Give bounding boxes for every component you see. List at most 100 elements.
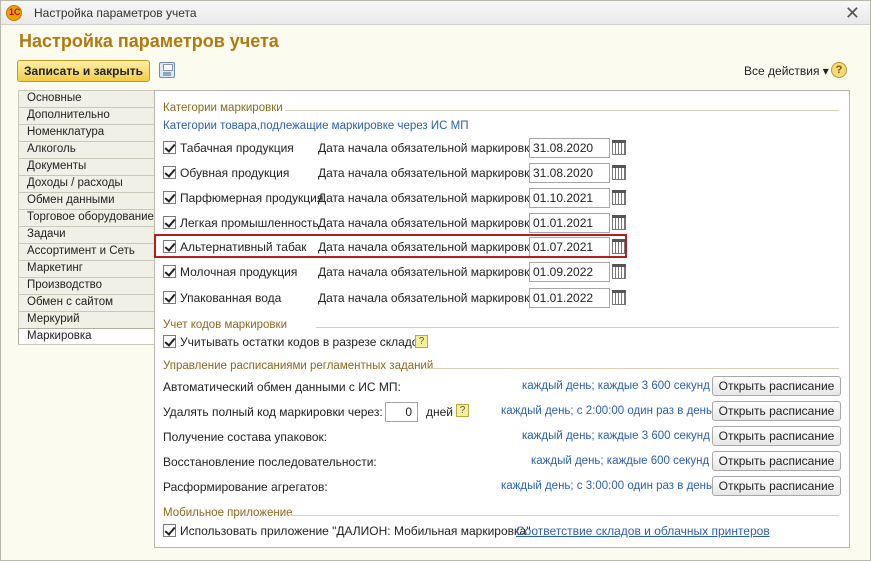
settings-tabs: Основные Дополнительно Номенклатура Алко…: [18, 90, 155, 345]
calendar-icon[interactable]: [612, 239, 626, 254]
tab-production[interactable]: Производство: [18, 277, 155, 294]
open-schedule-button[interactable]: Открыть расписание: [712, 451, 841, 471]
days-unit-label: дней: [426, 405, 454, 419]
warehouse-printers-link[interactable]: Соответствие складов и облачных принтеро…: [516, 524, 770, 538]
codes-section-title: Учет кодов маркировки: [163, 319, 287, 331]
categories-subtitle: Категории товара,подлежащие маркировке ч…: [163, 120, 469, 132]
categories-section-title: Категории маркировки: [163, 102, 283, 114]
open-schedule-button[interactable]: Открыть расписание: [712, 401, 841, 421]
schedule-value: каждый день; каждые 3 600 секунд: [522, 380, 710, 392]
tab-income-expenses[interactable]: Доходы / расходы: [18, 175, 155, 192]
app-logo-text: 1С: [9, 7, 21, 17]
app-logo-icon: 1С: [6, 5, 22, 21]
use-mobile-app-checkbox[interactable]: [163, 524, 176, 537]
calendar-icon[interactable]: [612, 290, 626, 305]
category-label: Молочная продукция: [180, 265, 298, 279]
category-row: Легкая промышленность Дата начала обязат…: [163, 212, 633, 234]
category-label: Обувная продукция: [180, 166, 290, 180]
tab-data-exchange[interactable]: Обмен данными: [18, 192, 155, 209]
tab-site-exchange[interactable]: Обмен с сайтом: [18, 294, 155, 311]
all-actions-menu[interactable]: Все действия ▾: [744, 64, 829, 78]
category-row: Упакованная вода Дата начала обязательно…: [163, 287, 633, 309]
codes-row: Учитывать остатки кодов в разрезе складо…: [163, 331, 633, 353]
category-row: Табачная продукция Дата начала обязатель…: [163, 137, 633, 159]
close-icon[interactable]: ✕: [845, 3, 860, 23]
schedule-label: Получение состава упаковок:: [163, 430, 328, 444]
hint-icon[interactable]: ?: [415, 335, 428, 348]
date-input[interactable]: 31.08.2020: [529, 163, 610, 183]
save-icon[interactable]: [159, 62, 175, 78]
help-icon[interactable]: ?: [831, 62, 847, 78]
codes-by-warehouse-checkbox[interactable]: [163, 335, 176, 348]
window-title: Настройка параметров учета: [34, 6, 197, 20]
mobile-section-title: Мобильное приложение: [163, 507, 293, 519]
date-label: Дата начала обязательной маркировки:: [318, 166, 540, 180]
calendar-icon[interactable]: [612, 190, 626, 205]
tab-assortment[interactable]: Ассортимент и Сеть: [18, 243, 155, 260]
codes-by-warehouse-label: Учитывать остатки кодов в разрезе складо…: [180, 335, 425, 349]
schedules-section-title: Управление расписаниями регламентных зад…: [163, 360, 434, 372]
tab-documents[interactable]: Документы: [18, 158, 155, 175]
section-divider: [316, 327, 839, 328]
settings-window: 1С Настройка параметров учета ✕ Настройк…: [0, 0, 871, 561]
schedule-value: каждый день; каждые 3 600 секунд: [522, 430, 710, 442]
tab-additional[interactable]: Дополнительно: [18, 107, 155, 124]
category-checkbox[interactable]: [163, 291, 176, 304]
schedule-value: каждый день; с 3:00:00 один раз в день: [501, 480, 713, 492]
hint-icon[interactable]: ?: [456, 404, 469, 417]
open-schedule-button[interactable]: Открыть расписание: [712, 426, 841, 446]
category-checkbox[interactable]: [163, 265, 176, 278]
schedule-label: Автоматический обмен данными с ИС МП:: [163, 380, 401, 394]
category-checkbox[interactable]: [163, 191, 176, 204]
tab-nomenclature[interactable]: Номенклатура: [18, 124, 155, 141]
calendar-icon[interactable]: [612, 264, 626, 279]
date-label: Дата начала обязательной маркировки:: [318, 291, 540, 305]
category-label: Альтернативный табак: [180, 240, 307, 254]
category-checkbox[interactable]: [163, 240, 176, 253]
calendar-icon[interactable]: [612, 165, 626, 180]
category-label: Упакованная вода: [180, 291, 282, 305]
open-schedule-button[interactable]: Открыть расписание: [712, 476, 841, 496]
schedule-label: Восстановление последовательности:: [163, 455, 377, 469]
schedule-label: Удалять полный код маркировки через:: [163, 405, 383, 419]
title-bar: 1С Настройка параметров учета ✕: [1, 1, 870, 25]
schedule-value: каждый день; с 2:00:00 один раз в день: [501, 405, 713, 417]
tab-mercury[interactable]: Меркурий: [18, 311, 155, 328]
date-input[interactable]: 01.09.2022: [529, 262, 610, 282]
tab-marking[interactable]: Маркировка: [18, 328, 155, 345]
date-label: Дата начала обязательной маркировки:: [318, 191, 540, 205]
date-label: Дата начала обязательной маркировки:: [318, 265, 540, 279]
date-input[interactable]: 31.08.2020: [529, 138, 610, 158]
category-label: Парфюмерная продукция: [180, 191, 324, 205]
category-label: Легкая промышленность: [180, 216, 319, 230]
use-mobile-app-label: Использовать приложение "ДАЛИОН: Мобильн…: [180, 524, 531, 538]
tab-basic[interactable]: Основные: [18, 90, 155, 107]
calendar-icon[interactable]: [612, 140, 626, 155]
date-input[interactable]: 01.01.2021: [529, 213, 610, 233]
category-checkbox[interactable]: [163, 166, 176, 179]
category-checkbox[interactable]: [163, 216, 176, 229]
open-schedule-button[interactable]: Открыть расписание: [712, 376, 841, 396]
page-title: Настройка параметров учета: [19, 31, 279, 51]
date-input[interactable]: 01.07.2021: [529, 237, 610, 257]
section-divider: [289, 515, 839, 516]
section-divider: [425, 368, 839, 369]
calendar-icon[interactable]: [612, 215, 626, 230]
days-input[interactable]: 0: [385, 402, 418, 422]
date-label: Дата начала обязательной маркировки:: [318, 240, 540, 254]
category-row: Парфюмерная продукция Дата начала обязат…: [163, 187, 633, 209]
category-checkbox[interactable]: [163, 141, 176, 154]
schedule-value: каждый день; каждые 600 секунд: [531, 455, 710, 467]
tab-trade-equipment[interactable]: Торговое оборудование: [18, 209, 155, 226]
section-divider: [285, 110, 839, 111]
date-input[interactable]: 01.01.2022: [529, 288, 610, 308]
category-row: Альтернативный табак Дата начала обязате…: [163, 236, 633, 258]
date-label: Дата начала обязательной маркировки:: [318, 141, 540, 155]
schedule-label: Расформирование агрегатов:: [163, 480, 328, 494]
tab-alcohol[interactable]: Алкоголь: [18, 141, 155, 158]
category-row: Молочная продукция Дата начала обязатель…: [163, 261, 633, 283]
tab-tasks[interactable]: Задачи: [18, 226, 155, 243]
save-and-close-button[interactable]: Записать и закрыть: [17, 60, 150, 82]
tab-marketing[interactable]: Маркетинг: [18, 260, 155, 277]
date-input[interactable]: 01.10.2021: [529, 188, 610, 208]
